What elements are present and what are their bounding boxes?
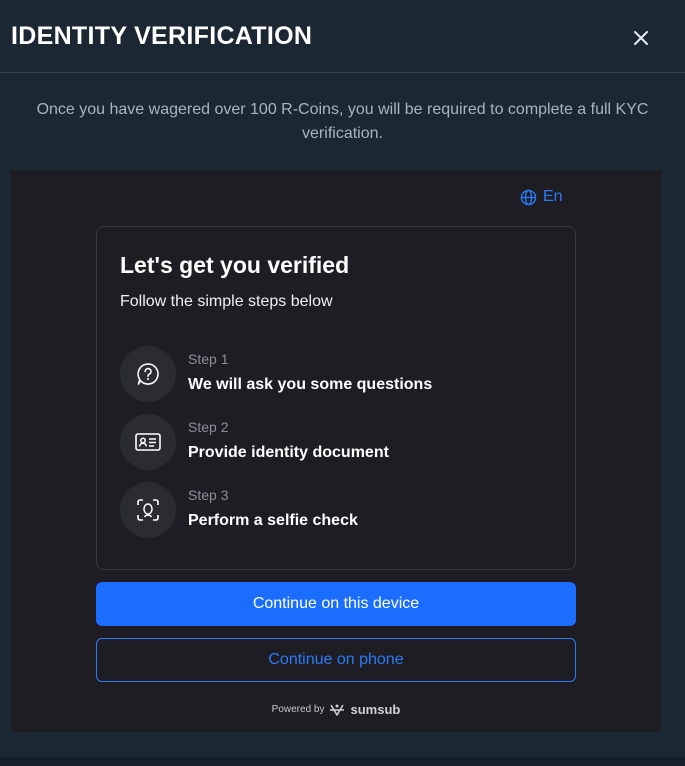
step-3-icon-circle (120, 482, 176, 538)
id-card-icon (135, 433, 161, 451)
step-2: Step 2 Provide identity document (120, 414, 550, 470)
step-1-description: We will ask you some questions (188, 376, 433, 393)
identity-verification-modal: IDENTITY VERIFICATION Once you have wage… (0, 0, 685, 766)
step-1-icon-circle (120, 346, 176, 402)
sumsub-widget: En Let's get you verified Follow the sim… (11, 170, 661, 732)
step-2-label: Step 2 (188, 419, 229, 435)
sumsub-logo-icon (330, 704, 345, 716)
modal-header: IDENTITY VERIFICATION (0, 0, 685, 73)
modal-title: IDENTITY VERIFICATION (11, 22, 313, 50)
language-label: En (543, 188, 563, 205)
modal-bottom-edge (0, 757, 685, 766)
powered-by-label: Powered by (271, 704, 325, 715)
continue-on-phone-button[interactable]: Continue on phone (96, 638, 576, 682)
powered-by-footer: Powered by sumsub (11, 702, 661, 717)
close-button[interactable] (628, 25, 654, 51)
step-1: Step 1 We will ask you some questions (120, 346, 550, 402)
card-subtitle: Follow the simple steps below (120, 293, 333, 310)
card-title: Let's get you verified (120, 252, 350, 278)
kyc-notice: Once you have wagered over 100 R-Coins, … (36, 101, 649, 142)
step-1-label: Step 1 (188, 351, 229, 367)
language-selector[interactable]: En (520, 188, 563, 206)
globe-icon (520, 189, 537, 205)
sumsub-brand: sumsub (350, 702, 401, 717)
step-3: Step 3 Perform a selfie check (120, 482, 550, 538)
step-2-icon-circle (120, 414, 176, 470)
continue-on-device-button[interactable]: Continue on this device (96, 582, 576, 626)
step-2-description: Provide identity document (188, 444, 389, 461)
step-3-label: Step 3 (188, 487, 229, 503)
verification-card: Let's get you verified Follow the simple… (96, 226, 576, 570)
step-3-description: Perform a selfie check (188, 512, 358, 529)
close-icon (634, 31, 648, 45)
question-bubble-icon (137, 363, 159, 385)
face-scan-icon (137, 499, 159, 521)
